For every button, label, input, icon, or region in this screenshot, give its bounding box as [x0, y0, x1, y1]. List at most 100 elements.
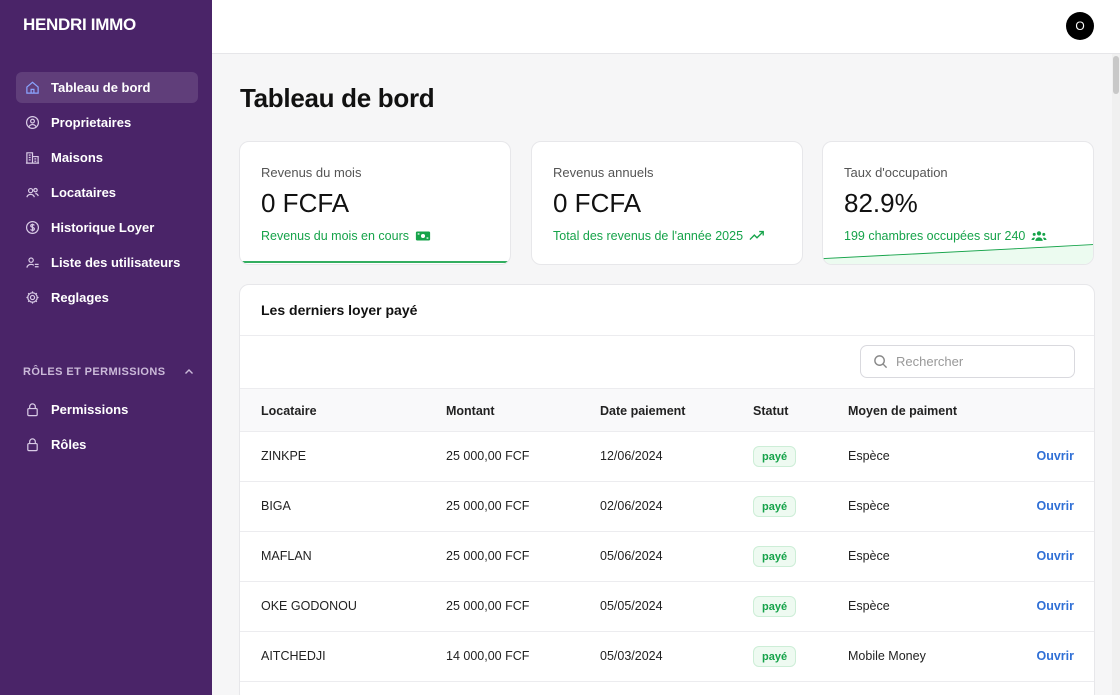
cell-locataire: BIGA: [261, 499, 291, 513]
table-header: Locataire Montant Date paiement Statut M…: [240, 388, 1094, 432]
dollar-circle-icon: [24, 220, 40, 236]
home-icon: [24, 80, 40, 96]
card-label: Revenus annuels: [553, 165, 654, 180]
sidebar-item-maisons[interactable]: Maisons: [16, 142, 198, 173]
cell-date: 12/06/2024: [600, 449, 663, 463]
trending-up-icon: [749, 230, 764, 241]
card-label: Revenus du mois: [261, 165, 362, 180]
lock-icon: [24, 402, 40, 418]
sidebar-item-proprietaires[interactable]: Proprietaires: [16, 107, 198, 138]
status-badge: payé: [753, 546, 797, 567]
building-icon: [24, 150, 40, 166]
sidebar-item-reglages[interactable]: Reglages: [16, 282, 198, 313]
sidebar-item-label: Tableau de bord: [51, 80, 151, 95]
cell-date: 05/06/2024: [600, 549, 663, 563]
cell-moyen: Espèce: [848, 599, 890, 613]
card-subtext: Revenus du mois en cours: [261, 229, 431, 243]
settings-icon: [24, 290, 40, 306]
recent-payments-panel: Les derniers loyer payé Locataire Montan…: [239, 284, 1095, 695]
card-subtext-label: Revenus du mois en cours: [261, 229, 409, 243]
card-taux-occupation: Taux d'occupation 82.9% 199 chambres occ…: [822, 141, 1094, 265]
cell-montant: 25 000,00 FCF: [446, 599, 530, 613]
open-link[interactable]: Ouvrir: [1036, 449, 1074, 463]
sidebar-item-permissions[interactable]: Permissions: [16, 394, 198, 425]
sidebar-item-roles[interactable]: Rôles: [16, 429, 198, 460]
cell-locataire: AITCHEDJI: [261, 649, 326, 663]
sidebar-item-label: Permissions: [51, 402, 129, 417]
sidebar-item-liste-utilisateurs[interactable]: Liste des utilisateurs: [16, 247, 198, 278]
sidebar-item-tableau-de-bord[interactable]: Tableau de bord: [16, 72, 198, 103]
card-subtext: Total des revenus de l'année 2025: [553, 229, 765, 243]
status-badge: payé: [753, 646, 797, 667]
section-title: RÔLES ET PERMISSIONS: [23, 366, 166, 378]
column-header-montant: Montant: [446, 404, 495, 418]
cell-montant: 25 000,00 FCF: [446, 499, 530, 513]
roles-section-toggle[interactable]: RÔLES ET PERMISSIONS: [23, 366, 195, 378]
divider: [240, 335, 1094, 336]
panel-title: Les derniers loyer payé: [261, 302, 418, 318]
sidebar-item-locataires[interactable]: Locataires: [16, 177, 198, 208]
cell-moyen: Espèce: [848, 549, 890, 563]
cell-moyen: Espèce: [848, 499, 890, 513]
page-title: Tableau de bord: [240, 83, 435, 113]
sidebar-item-label: Maisons: [51, 150, 104, 165]
sidebar-item-label: Locataires: [51, 185, 117, 200]
users-icon: [24, 185, 40, 201]
search-icon: [874, 355, 888, 369]
cell-date: 05/03/2024: [600, 649, 663, 663]
sidebar-item-label: Proprietaires: [51, 115, 132, 130]
card-subtext-label: 199 chambres occupées sur 240: [844, 229, 1026, 243]
column-header-moyen: Moyen de paiment: [848, 404, 958, 418]
sidebar: HENDRI IMMO Tableau de bord Proprietaire…: [0, 0, 212, 695]
cell-montant: 14 000,00 FCF: [446, 649, 530, 663]
sidebar-item-label: Historique Loyer: [51, 220, 155, 235]
table-row: OKE GODONOU 25 000,00 FCF 05/05/2024 pay…: [240, 582, 1094, 632]
brand-logo: HENDRI IMMO: [23, 15, 136, 34]
table-row: BIGA 25 000,00 FCF 02/06/2024 payé Espèc…: [240, 482, 1094, 532]
cell-date: 05/05/2024: [600, 599, 663, 613]
cell-locataire: MAFLAN: [261, 549, 312, 563]
roles-nav: Permissions Rôles: [16, 394, 198, 464]
card-value: 0 FCFA: [553, 188, 642, 218]
card-sparkline: [240, 261, 510, 263]
card-sparkline: [823, 244, 1093, 264]
sidebar-item-historique-loyer[interactable]: Historique Loyer: [16, 212, 198, 243]
user-list-icon: [24, 255, 40, 271]
scrollbar[interactable]: [1112, 54, 1120, 695]
card-value: 82.9%: [844, 188, 918, 218]
money-icon: [415, 231, 431, 241]
status-badge: payé: [753, 446, 797, 467]
table-row: ZINKPE 25 000,00 FCF 12/06/2024 payé Esp…: [240, 432, 1094, 482]
cell-moyen: Mobile Money: [848, 649, 926, 663]
search-input[interactable]: [896, 354, 1066, 369]
sidebar-nav: Tableau de bord Proprietaires Maisons Lo…: [16, 72, 198, 317]
card-subtext-label: Total des revenus de l'année 2025: [553, 229, 744, 243]
sidebar-item-label: Rôles: [51, 437, 87, 452]
cell-moyen: Espèce: [848, 449, 890, 463]
cell-montant: 25 000,00 FCF: [446, 549, 530, 563]
cell-locataire: ZINKPE: [261, 449, 307, 463]
column-header-statut: Statut: [753, 404, 789, 418]
topbar: O: [212, 0, 1120, 54]
status-badge: payé: [753, 596, 797, 617]
open-link[interactable]: Ouvrir: [1036, 549, 1074, 563]
cell-locataire: OKE GODONOU: [261, 599, 357, 613]
card-label: Taux d'occupation: [844, 165, 948, 180]
card-subtext: 199 chambres occupées sur 240: [844, 229, 1047, 243]
open-link[interactable]: Ouvrir: [1036, 499, 1074, 513]
card-revenus-mois: Revenus du mois 0 FCFA Revenus du mois e…: [239, 141, 511, 265]
users-group-icon: [1031, 231, 1047, 241]
column-header-date: Date paiement: [600, 404, 686, 418]
status-badge: payé: [753, 496, 797, 517]
card-value: 0 FCFA: [261, 188, 350, 218]
card-revenus-annuels: Revenus annuels 0 FCFA Total des revenus…: [531, 141, 803, 265]
open-link[interactable]: Ouvrir: [1036, 599, 1074, 613]
user-avatar[interactable]: O: [1066, 12, 1094, 40]
search-box[interactable]: [860, 345, 1075, 378]
user-circle-icon: [24, 115, 40, 131]
table-row: MAFLAN 25 000,00 FCF 05/06/2024 payé Esp…: [240, 532, 1094, 582]
open-link[interactable]: Ouvrir: [1036, 649, 1074, 663]
sidebar-item-label: Reglages: [51, 290, 109, 305]
cell-montant: 25 000,00 FCF: [446, 449, 530, 463]
scrollbar-thumb[interactable]: [1113, 56, 1119, 94]
